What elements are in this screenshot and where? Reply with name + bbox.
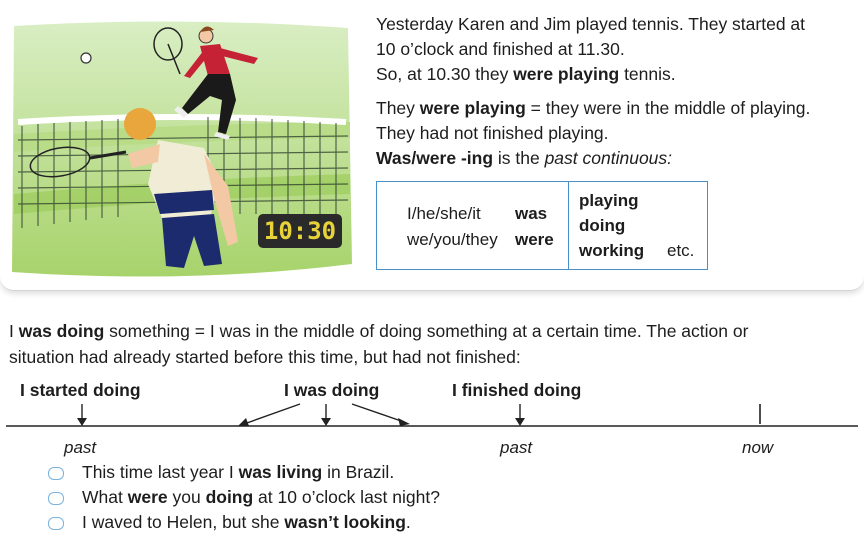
label-past-2: past xyxy=(500,438,533,457)
intro-line-1: Yesterday Karen and Jim played tennis. T… xyxy=(376,14,806,34)
intro-line-3: So, at 10.30 they were playing tennis. xyxy=(376,64,676,84)
timeline-diagram xyxy=(6,403,858,427)
bullet-icon xyxy=(48,517,64,530)
verb-was: was xyxy=(515,204,548,223)
bullet-icon xyxy=(48,467,64,480)
subject-column: I/he/she/it was we/you/they were xyxy=(377,182,569,269)
form-etc: etc. xyxy=(667,241,695,260)
subject-singular: I/he/she/it xyxy=(407,204,481,223)
was-doing-arrow-icon xyxy=(321,418,331,426)
top-panel: 10:30 Yesterday Karen and Jim played ten… xyxy=(0,0,864,291)
finished-arrow-icon xyxy=(515,418,525,426)
label-past-1: past xyxy=(64,438,97,457)
label-now: now xyxy=(742,438,774,457)
intro-line-4: They were playing = they were in the mid… xyxy=(376,98,811,118)
example-1: This time last year I was living in Braz… xyxy=(82,462,395,482)
explanation-line-1: I was doing something = I was in the mid… xyxy=(9,321,749,341)
form-doing: doing xyxy=(579,216,626,235)
intro-text: Yesterday Karen and Jim played tennis. T… xyxy=(376,12,856,171)
started-arrow-icon xyxy=(77,418,87,426)
intro-line-2: 10 o’clock and finished at 11.30. xyxy=(376,39,625,59)
verb-were: were xyxy=(515,230,554,249)
bullet-icon xyxy=(48,492,64,505)
explanation-text: I was doing something = I was in the mid… xyxy=(9,318,859,370)
intro-line-5: They had not finished playing. xyxy=(376,123,609,143)
past-continuous-table: I/he/she/it was we/you/they were playing… xyxy=(376,181,708,270)
subject-plural: we/you/they xyxy=(407,230,498,249)
intro-line-6: Was/were -ing is the past continuous: xyxy=(376,148,673,168)
explanation-line-2: situation had already started before thi… xyxy=(9,347,521,367)
clock-time: 10:30 xyxy=(264,217,336,245)
example-2: What were you doing at 10 o’clock last n… xyxy=(82,487,440,507)
form-working: working xyxy=(579,241,645,260)
tennis-illustration: 10:30 xyxy=(12,21,352,277)
example-3: I waved to Helen, but she wasn’t looking… xyxy=(82,512,411,532)
form-playing: playing xyxy=(579,191,639,210)
